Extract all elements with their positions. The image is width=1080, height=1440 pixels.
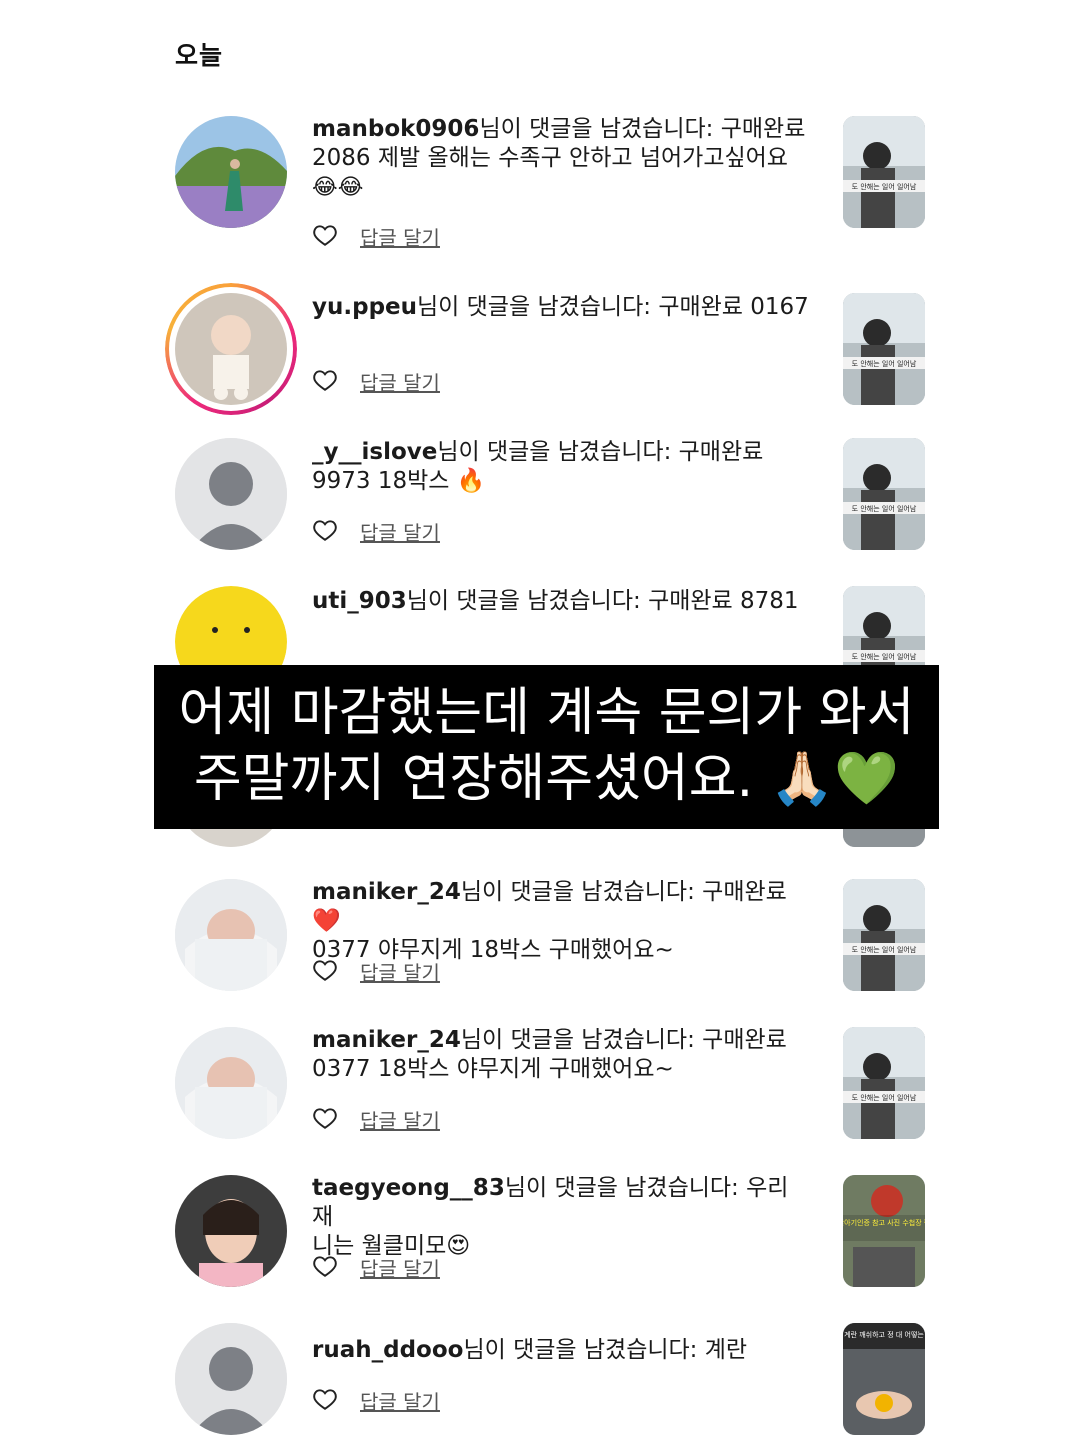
thumb-caption: 도 안해는 일어 일어남 bbox=[852, 652, 917, 661]
comment-text: yu.ppeu님이 댓글을 남겼습니다: 구매완료 0167 bbox=[312, 293, 812, 322]
section-title: 오늘 bbox=[175, 41, 224, 70]
comment-verb: 님이 댓글을 남겼습니다: bbox=[417, 294, 659, 320]
comment-line: 구매완료 bbox=[702, 1027, 787, 1053]
thumb-caption: 마트 계란 깨쉬하고 정 대 어떻는 이유 bbox=[843, 1330, 925, 1339]
reply-button[interactable]: 답글 달기 bbox=[360, 367, 440, 396]
username[interactable]: manbok0906 bbox=[312, 116, 479, 142]
comment-verb: 님이 댓글을 남겼습니다: bbox=[437, 439, 679, 465]
thumb-caption: 동글아기인증 참고 사진 수첩장 팩션 bbox=[843, 1218, 925, 1227]
reply-button[interactable]: 답글 달기 bbox=[360, 1253, 440, 1282]
thumb-caption: 도 안해는 일어 일어남 bbox=[852, 945, 917, 954]
avatar-manbok0906[interactable] bbox=[175, 116, 287, 228]
comment-verb: 님이 댓글을 남겼습니다: bbox=[406, 588, 649, 614]
comment-line: 구매완료 bbox=[678, 439, 764, 465]
username[interactable]: yu.ppeu bbox=[312, 294, 417, 320]
default-user-icon bbox=[175, 438, 287, 550]
heart-icon[interactable] bbox=[312, 1253, 338, 1279]
avatar-yu-ppeu[interactable] bbox=[165, 283, 297, 415]
comment-text: _y__islove님이 댓글을 남겼습니다: 구매완료 9973 18박스 🔥 bbox=[312, 438, 812, 496]
avatar-maniker-24[interactable] bbox=[175, 879, 287, 991]
comment-verb: 님이 댓글을 남겼습니다: bbox=[463, 1337, 705, 1363]
comment-line: 계란 bbox=[704, 1337, 748, 1363]
avatar-maniker-24[interactable] bbox=[175, 1027, 287, 1139]
username[interactable]: taegyeong__83 bbox=[312, 1175, 505, 1201]
thumb-caption: 도 안해는 일어 일어남 bbox=[852, 1093, 917, 1102]
comment-verb: 님이 댓글을 남겼습니다: bbox=[460, 879, 703, 905]
reply-button[interactable]: 답글 달기 bbox=[360, 1105, 440, 1134]
post-thumbnail[interactable]: 도 안해는 일어 일어남 bbox=[843, 116, 925, 228]
comment-line: 구매완료 8781 bbox=[648, 588, 799, 614]
comment-text: ruah_ddooo님이 댓글을 남겼습니다: 계란 bbox=[312, 1336, 812, 1365]
comment-verb: 님이 댓글을 남겼습니다: bbox=[460, 1027, 703, 1053]
banner-line-2: 주말까지 연장해주셨어요. 🙏🏻💚 bbox=[193, 749, 900, 809]
post-thumbnail[interactable]: 도 안해는 일어 일어남 bbox=[843, 1027, 925, 1139]
post-thumbnail[interactable]: 마트 계란 깨쉬하고 정 대 어떻는 이유 bbox=[843, 1323, 925, 1435]
banner-line-1: 어제 마감했는데 계속 문의가 와서 bbox=[178, 683, 915, 743]
username[interactable]: maniker_24 bbox=[312, 1027, 461, 1053]
avatar-taegyeong-83[interactable] bbox=[175, 1175, 287, 1287]
username[interactable]: uti_903 bbox=[312, 588, 407, 614]
reply-button[interactable]: 답글 달기 bbox=[360, 1386, 440, 1415]
comment-text: maniker_24님이 댓글을 남겼습니다: 구매완료❤️ 0377 야무지게… bbox=[312, 878, 812, 965]
comment-line: 0377 18박스 야무지게 구매했어요~ bbox=[312, 1056, 674, 1082]
reply-button[interactable]: 답글 달기 bbox=[360, 957, 440, 986]
heart-icon[interactable] bbox=[312, 957, 338, 983]
thumb-caption: 도 안해는 일어 일어남 bbox=[852, 359, 917, 368]
post-thumbnail[interactable]: 도 안해는 일어 일어남 bbox=[843, 879, 925, 991]
caption-banner: 어제 마감했는데 계속 문의가 와서 주말까지 연장해주셨어요. 🙏🏻💚 bbox=[154, 665, 939, 829]
username[interactable]: maniker_24 bbox=[312, 879, 461, 905]
post-thumbnail[interactable]: 동글아기인증 참고 사진 수첩장 팩션 bbox=[843, 1175, 925, 1287]
post-thumbnail[interactable]: 도 안해는 일어 일어남 bbox=[843, 438, 925, 550]
comment-line: 구매완료 bbox=[720, 116, 806, 142]
comment-line: 9973 18박스 🔥 bbox=[312, 468, 486, 494]
comment-verb: 님이 댓글을 남겼습니다: bbox=[504, 1175, 747, 1201]
thumb-caption: 도 안해는 일어 일어남 bbox=[852, 504, 917, 513]
reply-button[interactable]: 답글 달기 bbox=[360, 222, 440, 251]
comment-emoji: 😂😂 bbox=[312, 175, 364, 200]
comment-text: maniker_24님이 댓글을 남겼습니다: 구매완료 0377 18박스 야… bbox=[312, 1026, 812, 1084]
heart-icon[interactable] bbox=[312, 1386, 338, 1412]
post-thumbnail[interactable]: 도 안해는 일어 일어남 bbox=[843, 293, 925, 405]
heart-icon[interactable] bbox=[312, 367, 338, 393]
comment-text: manbok0906님이 댓글을 남겼습니다: 구매완료 2086 제발 올해는… bbox=[312, 115, 812, 202]
avatar-default[interactable] bbox=[175, 1323, 287, 1435]
comment-line: 구매완료 0167 bbox=[658, 294, 809, 320]
thumb-caption: 도 안해는 일어 일어남 bbox=[852, 182, 917, 191]
heart-icon[interactable] bbox=[312, 1105, 338, 1131]
reply-button[interactable]: 답글 달기 bbox=[360, 517, 440, 546]
username[interactable]: _y__islove bbox=[312, 439, 437, 465]
heart-icon[interactable] bbox=[312, 517, 338, 543]
comment-text: uti_903님이 댓글을 남겼습니다: 구매완료 8781 bbox=[312, 587, 812, 616]
comment-verb: 님이 댓글을 남겼습니다: bbox=[479, 116, 721, 142]
comment-text: taegyeong__83님이 댓글을 남겼습니다: 우리 재 니는 월클미모😍 bbox=[312, 1174, 812, 1261]
default-user-icon bbox=[175, 1323, 287, 1435]
username[interactable]: ruah_ddooo bbox=[312, 1337, 463, 1363]
comment-line: 2086 제발 올해는 수족구 안하고 넘어가고싶어요 bbox=[312, 145, 788, 171]
avatar-default[interactable] bbox=[175, 438, 287, 550]
heart-icon[interactable] bbox=[312, 222, 338, 248]
